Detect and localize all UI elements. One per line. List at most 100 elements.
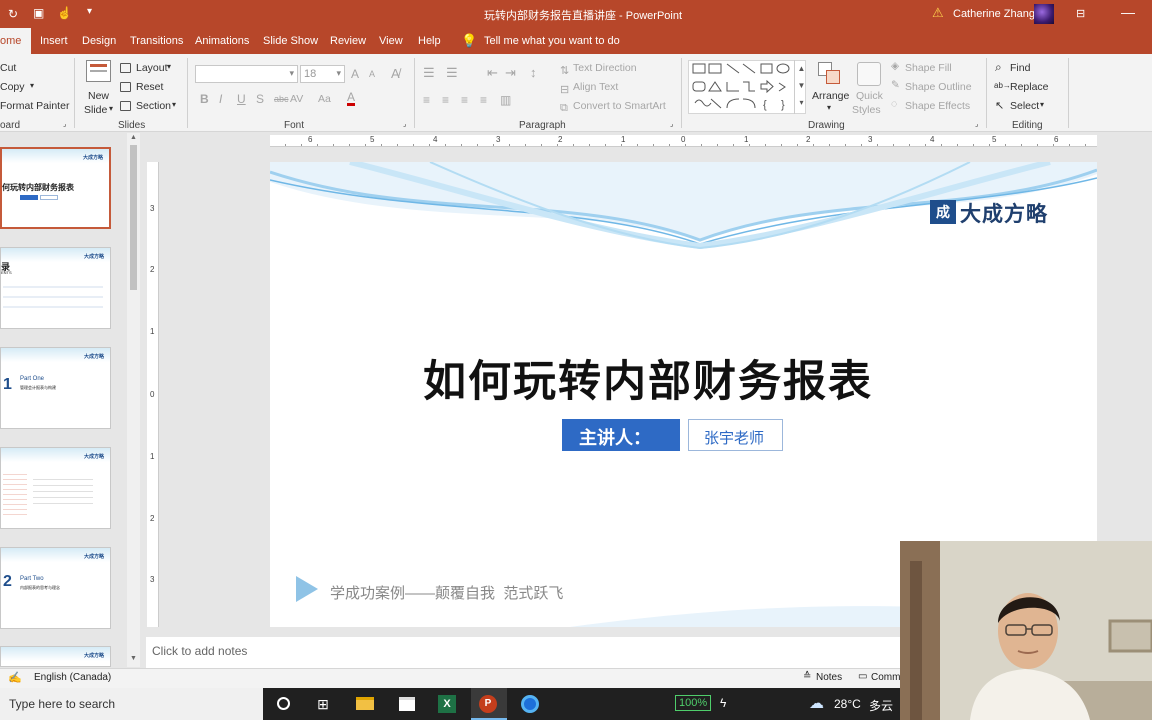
numbering-icon[interactable]: ☰ bbox=[446, 65, 458, 81]
arrange-icon[interactable] bbox=[818, 62, 844, 88]
slide-thumbnail-4[interactable]: 大成方略 bbox=[0, 447, 111, 529]
thumbnail-scrollbar[interactable]: ▲ ▼ bbox=[127, 133, 140, 667]
convert-smartart-button[interactable]: Convert to SmartArt bbox=[573, 100, 666, 112]
minimize-icon[interactable]: — bbox=[1121, 4, 1135, 20]
new-slide-button[interactable]: New bbox=[88, 90, 109, 102]
new-slide-dropdown-icon[interactable]: ▾ bbox=[109, 104, 113, 113]
bullets-icon[interactable]: ☰ bbox=[423, 65, 435, 81]
customize-toolbar-icon[interactable]: ▾ bbox=[87, 6, 92, 17]
shape-effects-button[interactable]: Shape Effects bbox=[905, 100, 970, 112]
arrange-dropdown-icon[interactable]: ▾ bbox=[827, 103, 831, 112]
shapes-gallery[interactable]: {} bbox=[688, 60, 806, 114]
slide-thumbnail-3[interactable]: 大成方略 1 Part One 管理会计报表与构建 bbox=[0, 347, 111, 429]
ribbon-display-icon[interactable]: ⊟ bbox=[1076, 7, 1085, 20]
temperature[interactable]: 28°C bbox=[834, 697, 861, 711]
powerpoint-icon[interactable]: P bbox=[471, 688, 507, 720]
format-painter-button[interactable]: Format Painter bbox=[0, 100, 69, 112]
tab-design[interactable]: Design bbox=[82, 35, 116, 47]
increase-indent-icon[interactable]: ⇥ bbox=[505, 65, 516, 81]
quick-styles-button-line2[interactable]: Styles bbox=[852, 104, 881, 116]
shape-outline-icon[interactable]: ✎ bbox=[891, 79, 900, 91]
font-name-input[interactable]: ▾ bbox=[195, 65, 298, 83]
taskbar-search[interactable]: Type here to search bbox=[9, 697, 115, 711]
shape-effects-icon[interactable]: ◌ bbox=[891, 98, 897, 110]
avatar[interactable] bbox=[1034, 4, 1054, 24]
italic-button[interactable]: I bbox=[219, 92, 222, 106]
align-text-button[interactable]: Align Text bbox=[573, 81, 618, 93]
shrink-font-button[interactable]: A bbox=[369, 69, 375, 79]
scroll-up-icon[interactable]: ▲ bbox=[130, 134, 137, 141]
bold-button[interactable]: B bbox=[200, 92, 209, 106]
store-icon[interactable] bbox=[389, 688, 425, 720]
tab-insert[interactable]: Insert bbox=[40, 35, 68, 47]
slide-thumbnail-5[interactable]: 大成方略 2 Part Two 内部报表的思考与理念 bbox=[0, 547, 111, 629]
copy-dropdown-icon[interactable]: ▾ bbox=[30, 81, 34, 90]
section-button[interactable]: Section bbox=[136, 100, 171, 112]
cortana-icon[interactable] bbox=[267, 688, 303, 720]
spacing-button[interactable]: AV bbox=[290, 93, 303, 105]
shapes-scroll[interactable]: ▲ ▼ ▾ bbox=[794, 60, 808, 114]
language-status[interactable]: English (Canada) bbox=[34, 672, 111, 683]
align-text-icon[interactable]: ⊟ bbox=[560, 83, 569, 96]
align-left-icon[interactable]: ≡ bbox=[423, 93, 430, 107]
font-launcher-icon[interactable]: ⌟ bbox=[403, 120, 406, 128]
text-direction-icon[interactable]: ⇅ bbox=[560, 64, 569, 77]
weather-icon[interactable]: ☁ bbox=[809, 694, 824, 712]
browser-icon[interactable] bbox=[513, 688, 549, 720]
tab-slide-show[interactable]: Slide Show bbox=[263, 35, 318, 47]
copy-button[interactable]: Copy bbox=[0, 81, 25, 93]
change-case-button[interactable]: Aa bbox=[318, 93, 331, 105]
notes-icon[interactable]: ≙ bbox=[803, 671, 811, 682]
tab-home[interactable]: ome bbox=[0, 28, 31, 54]
tab-review[interactable]: Review bbox=[330, 35, 366, 47]
weather-text[interactable]: 多云 bbox=[869, 697, 893, 714]
line-spacing-icon[interactable]: ↕ bbox=[530, 65, 537, 80]
user-name[interactable]: Catherine Zhang bbox=[953, 8, 1035, 20]
tab-transitions[interactable]: Transitions bbox=[130, 35, 183, 47]
taskbar-search-box[interactable]: Type here to search bbox=[0, 688, 263, 720]
notes-placeholder[interactable]: Click to add notes bbox=[152, 644, 247, 658]
battery-indicator[interactable]: 100% bbox=[675, 695, 712, 711]
tell-me-input[interactable]: Tell me what you want to do bbox=[484, 35, 620, 47]
touch-mode-icon[interactable]: ☝ bbox=[57, 6, 72, 20]
autosave-icon[interactable]: ↻ bbox=[8, 7, 18, 21]
quick-styles-icon[interactable] bbox=[857, 62, 881, 86]
tab-view[interactable]: View bbox=[379, 35, 403, 47]
align-right-icon[interactable]: ≡ bbox=[461, 93, 468, 107]
shape-fill-icon[interactable]: ◈ bbox=[891, 60, 899, 72]
new-slide-icon[interactable] bbox=[86, 60, 111, 82]
clipboard-launcher-icon[interactable]: ⌟ bbox=[63, 120, 66, 128]
font-size-input[interactable]: 18 ▾ bbox=[300, 65, 345, 83]
grow-font-button[interactable]: A bbox=[351, 67, 359, 81]
notes-toggle[interactable]: Notes bbox=[816, 672, 842, 683]
slide-thumbnail-1[interactable]: 大成方略 何玩转内部财务报表 bbox=[0, 147, 111, 229]
arrange-button[interactable]: Arrange bbox=[812, 90, 849, 102]
replace-button[interactable]: Replace bbox=[1010, 81, 1049, 93]
slide-thumbnail-2[interactable]: 大成方略 录 ENTS bbox=[0, 247, 111, 329]
spelling-icon[interactable]: ✍ bbox=[8, 671, 22, 684]
decrease-indent-icon[interactable]: ⇤ bbox=[487, 65, 498, 81]
shadow-button[interactable]: S bbox=[256, 92, 264, 106]
text-direction-button[interactable]: Text Direction bbox=[573, 62, 637, 74]
comments-icon[interactable]: ▭ bbox=[858, 671, 867, 682]
reset-button[interactable]: Reset bbox=[136, 81, 163, 93]
layout-dropdown-icon[interactable]: ▾ bbox=[167, 62, 171, 71]
task-view-icon[interactable]: ⊞ bbox=[305, 688, 341, 720]
tab-help[interactable]: Help bbox=[418, 35, 441, 47]
shape-outline-button[interactable]: Shape Outline bbox=[905, 81, 972, 93]
cut-button[interactable]: Cut bbox=[0, 62, 16, 74]
justify-icon[interactable]: ≡ bbox=[480, 93, 487, 107]
slide-thumbnail-6[interactable]: 大成方略 bbox=[0, 646, 111, 667]
quick-styles-button[interactable]: Quick bbox=[856, 90, 883, 102]
file-explorer-icon[interactable] bbox=[347, 688, 383, 720]
font-color-button[interactable]: A bbox=[347, 91, 356, 106]
warning-icon[interactable]: ⚠ bbox=[932, 5, 944, 21]
columns-icon[interactable]: ▥ bbox=[500, 93, 511, 107]
layout-button[interactable]: Layout bbox=[136, 62, 168, 74]
drawing-launcher-icon[interactable]: ⌟ bbox=[975, 120, 978, 128]
present-icon[interactable]: ▣ bbox=[33, 6, 44, 20]
select-dropdown-icon[interactable]: ▾ bbox=[1040, 100, 1044, 109]
align-center-icon[interactable]: ≡ bbox=[442, 93, 449, 107]
notes-pane[interactable]: Click to add notes bbox=[146, 637, 900, 668]
smartart-icon[interactable]: ⧉ bbox=[560, 102, 568, 115]
